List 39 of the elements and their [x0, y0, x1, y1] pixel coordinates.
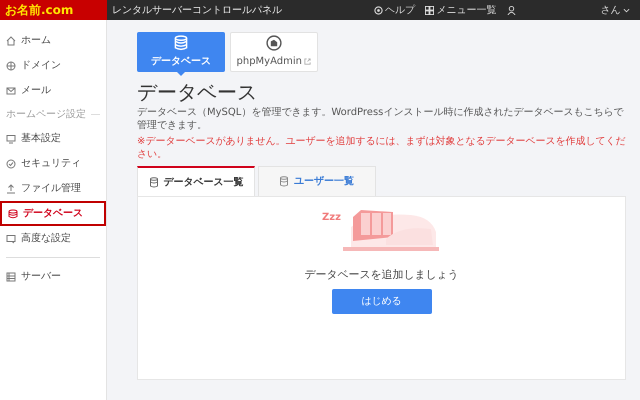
- sidebar-item[interactable]: ドメイン: [0, 53, 106, 78]
- sleep-mark: Zzz: [322, 210, 341, 224]
- sidebar-item[interactable]: 高度な設定: [0, 226, 106, 251]
- description: データベース（MySQL）を管理できます。WordPressインストール時に作成されたデータベースもこちらで管理できます。: [137, 106, 624, 132]
- database-icon: [8, 208, 18, 218]
- tab[interactable]: ユーザー一覧: [258, 166, 376, 196]
- external-link-icon: [304, 58, 312, 65]
- warning-message: ※データーベースがありません。ユーザーを追加するには、まずは対象となるデーターベースを作成してください。: [137, 135, 626, 161]
- panel-title: レンタルサーバーコントロールパネル: [112, 4, 282, 18]
- start-button[interactable]: はじめる: [332, 288, 432, 314]
- monitor-icon: [6, 134, 16, 144]
- upload-icon: [6, 184, 16, 194]
- grid-icon: [425, 6, 434, 14]
- server-icon: [6, 272, 16, 282]
- user-icon[interactable]: [506, 6, 516, 14]
- window-icon: [6, 234, 16, 244]
- help-icon: [374, 6, 382, 14]
- tab[interactable]: データベース一覧: [137, 166, 255, 196]
- tool-tile[interactable]: phpMyAdmin: [230, 32, 318, 72]
- database-icon: [173, 35, 189, 52]
- sidebar-item[interactable]: メール: [0, 78, 106, 103]
- sidebar-item[interactable]: データベース: [0, 201, 106, 226]
- caret-icon[interactable]: [623, 8, 630, 12]
- sidebar-item[interactable]: ホーム: [0, 28, 106, 53]
- section-label: ホームページ設定: [6, 108, 86, 122]
- empty-message: データベースを追加しましょう: [304, 267, 458, 283]
- user-name-suffix[interactable]: さん: [600, 2, 620, 18]
- sidebar-item[interactable]: ファイル管理: [0, 176, 106, 201]
- sidebar-item[interactable]: サーバー: [0, 264, 106, 289]
- database-icon: [279, 176, 289, 187]
- header-link[interactable]: ヘルプ: [374, 2, 415, 18]
- home-icon: [6, 36, 16, 46]
- database-icon: [148, 176, 158, 188]
- sidebar-item[interactable]: セキュリティ: [0, 151, 106, 176]
- sidebar-item[interactable]: 基本設定: [0, 126, 106, 151]
- page-title: データベース: [137, 80, 258, 104]
- mail-icon: [6, 86, 16, 96]
- header-link[interactable]: メニュー一覧: [425, 2, 496, 18]
- globe-icon: [6, 60, 16, 70]
